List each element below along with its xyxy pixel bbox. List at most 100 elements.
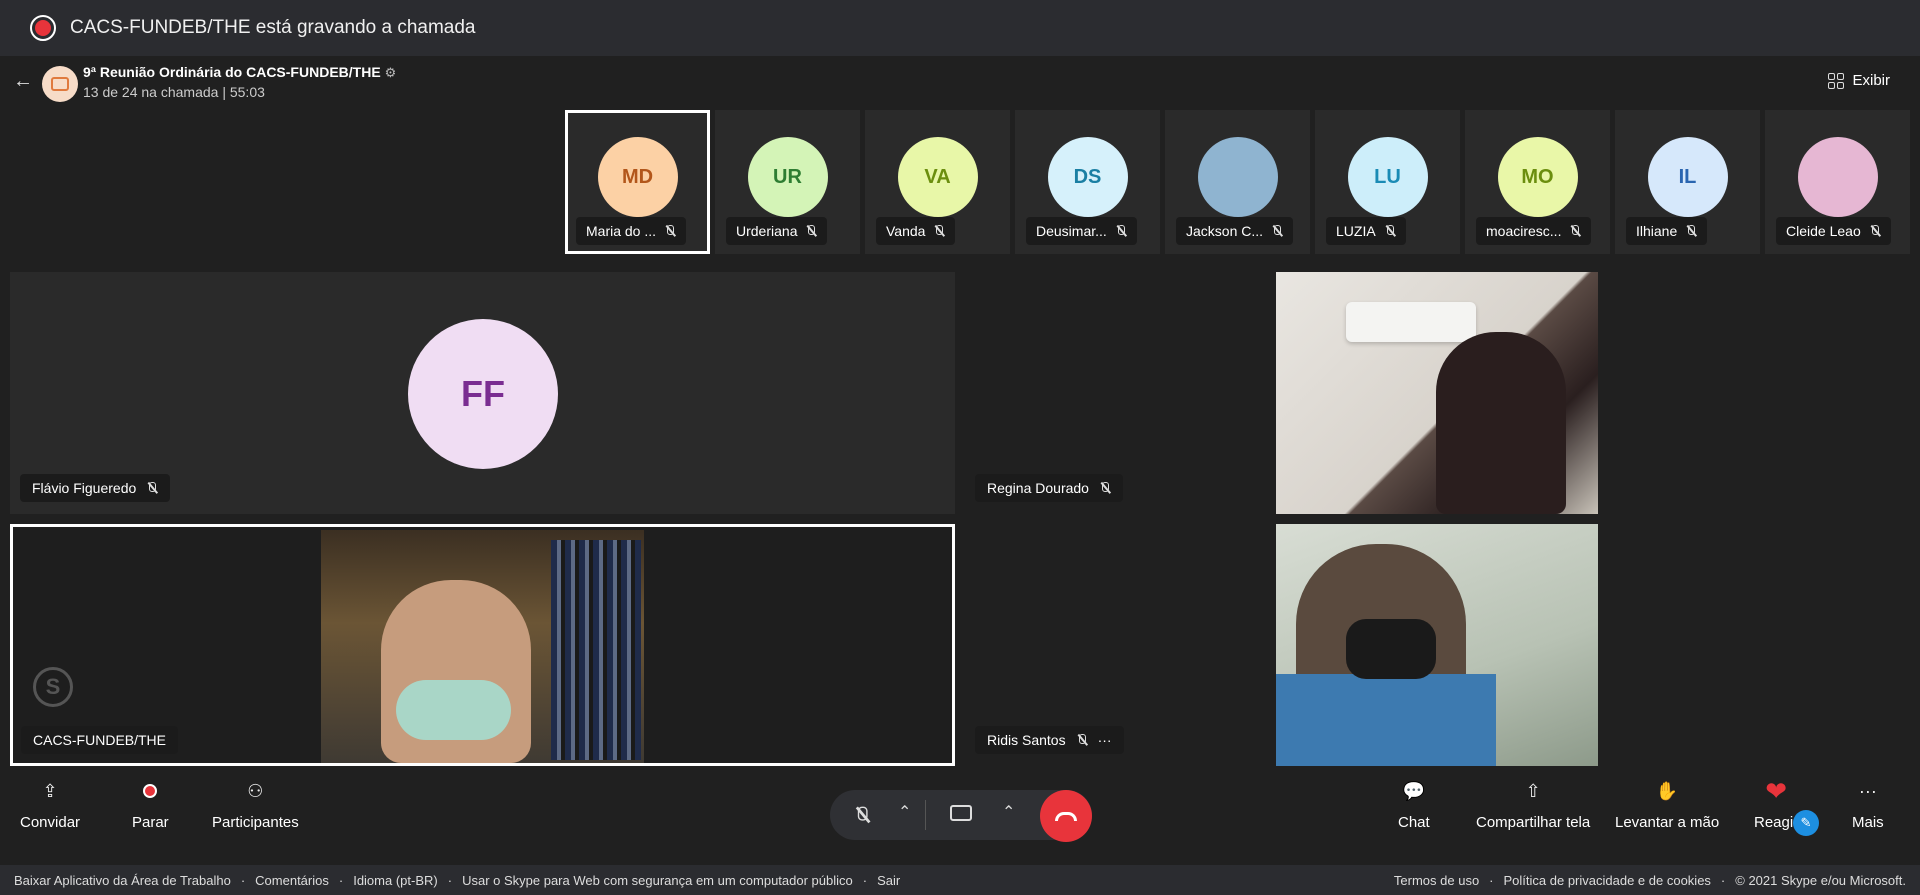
react-button[interactable]: ❤ Reagir (1754, 776, 1799, 832)
participant-name: Urderiana (736, 223, 798, 239)
footer-link[interactable]: Política de privacidade e de cookies (1504, 873, 1711, 888)
participant-name: Vanda (886, 223, 926, 239)
participant-tile-cacs[interactable]: S CACS-FUNDEB/THE (10, 524, 955, 766)
people-icon: ⚇ (247, 780, 264, 801)
mute-toggle-icon[interactable] (854, 805, 871, 825)
video-feed (321, 530, 644, 763)
footer-link[interactable]: Termos de uso (1394, 873, 1479, 888)
participant-tile[interactable]: VA Vanda (865, 110, 1010, 254)
share-screen-label: Compartilhar tela (1476, 814, 1591, 831)
participant-tile-regina[interactable]: Regina Dourado (965, 272, 1910, 514)
video-feed (1276, 524, 1598, 766)
settings-gear-icon[interactable]: ⚙ (385, 65, 397, 80)
participants-label: Participantes (212, 814, 299, 831)
participant-avatar: MD (597, 137, 678, 217)
stop-label: Parar (132, 814, 169, 831)
audio-options-chevron-icon[interactable]: ⌃ (898, 802, 911, 822)
participant-avatar: IL (1647, 137, 1728, 217)
participant-tile[interactable]: Cleide Leao (1765, 110, 1910, 254)
separator: · (862, 872, 868, 888)
grid-icon (1828, 72, 1845, 89)
participant-name-tag: Jackson C... (1176, 217, 1294, 245)
hand-icon: ✋ (1655, 780, 1679, 801)
participant-name: Deusimar... (1036, 223, 1107, 239)
recording-banner: CACS-FUNDEB/THE está gravando a chamada (0, 0, 1920, 56)
shirt (1276, 674, 1496, 766)
view-button[interactable]: Exibir (1828, 72, 1890, 89)
chat-icon: 💬 (1402, 780, 1426, 801)
participant-tile[interactable]: Jackson C... (1165, 110, 1310, 254)
participant-name-tag: moaciresc... (1476, 217, 1592, 245)
participant-avatar: FF (408, 319, 558, 469)
participant-avatar: UR (747, 137, 828, 217)
muted-mic-icon (1099, 481, 1111, 495)
participant-avatar: VA (897, 137, 978, 217)
participant-strip: MD Maria do ... UR Urderiana VA Vanda DS Deusim… (565, 110, 1910, 254)
share-screen-icon: ⇧ (1525, 780, 1541, 801)
participant-name-tag: Flávio Figueredo (20, 474, 171, 502)
invite-button[interactable]: ⇪ Convidar (20, 780, 80, 832)
participant-tile[interactable]: MD Maria do ... (565, 110, 710, 254)
participant-name: LUZIA (1336, 223, 1376, 239)
participant-tile[interactable]: IL Ilhiane (1615, 110, 1760, 254)
share-screen-button[interactable]: ⇧ Compartilhar tela (1476, 780, 1591, 832)
more-label: Mais (1852, 814, 1884, 831)
participant-name-tag: LUZIA (1326, 217, 1406, 245)
participant-name: Ridis Santos (987, 732, 1066, 748)
more-button[interactable]: ··· Mais (1852, 780, 1884, 832)
bookshelf (551, 540, 641, 760)
participant-name-tag: Cleide Leao (1776, 217, 1891, 245)
call-subtitle: 13 de 24 na chamada | 55:03 (83, 84, 265, 100)
separator: · (240, 872, 246, 888)
muted-mic-icon (1869, 224, 1881, 238)
separator: · (1489, 872, 1494, 888)
participant-tile[interactable]: UR Urderiana (715, 110, 860, 254)
participant-name-tag: Ridis Santos ··· (975, 726, 1124, 754)
call-title-text: 9ª Reunião Ordinária do CACS-FUNDEB/THE (83, 64, 381, 80)
participant-name: Flávio Figueredo (32, 480, 137, 496)
chat-button[interactable]: 💬 Chat (1398, 780, 1430, 832)
participant-name-tag: Urderiana (726, 217, 828, 245)
ellipsis-icon: ··· (1858, 780, 1877, 801)
call-title: 9ª Reunião Ordinária do CACS-FUNDEB/THE ⚙ (83, 64, 396, 81)
video-feed (1276, 272, 1598, 514)
separator: · (447, 872, 453, 888)
face-mask (396, 680, 511, 740)
record-stop-icon (139, 780, 161, 802)
video-options-chevron-icon[interactable]: ⌃ (1002, 802, 1015, 822)
footer-link[interactable]: © 2021 Skype e/ou Microsoft. (1735, 873, 1906, 888)
participant-name-tag: Maria do ... (576, 217, 687, 245)
participant-tile[interactable]: MO moaciresc... (1465, 110, 1610, 254)
participant-name-tag: Vanda (876, 217, 956, 245)
face-mask (1346, 619, 1436, 679)
raise-hand-button[interactable]: ✋ Levantar a mão (1615, 780, 1719, 832)
record-icon (30, 15, 56, 41)
footer-link[interactable]: Usar o Skype para Web com segurança em u… (462, 873, 853, 888)
divider (925, 800, 926, 830)
stop-recording-button[interactable]: Parar (132, 780, 169, 831)
participant-tile-ridis[interactable]: Ridis Santos ··· (965, 524, 1910, 766)
call-header: ← 9ª Reunião Ordinária do CACS-FUNDEB/TH… (0, 56, 1920, 106)
footer-link[interactable]: Sair (877, 873, 900, 888)
participant-name-tag: Regina Dourado (975, 474, 1123, 502)
person-silhouette (1436, 332, 1566, 514)
participant-name: Cleide Leao (1786, 223, 1861, 239)
hang-up-button[interactable] (1040, 790, 1092, 842)
participant-name: moaciresc... (1486, 223, 1562, 239)
participant-tile[interactable]: LU LUZIA (1315, 110, 1460, 254)
edit-reaction-icon[interactable]: ✎ (1793, 810, 1819, 836)
participant-name-tag: Deusimar... (1026, 217, 1137, 245)
footer-link[interactable]: Idioma (pt-BR) (353, 873, 438, 888)
more-options-icon[interactable]: ··· (1098, 732, 1112, 748)
back-arrow-icon[interactable]: ← (13, 70, 33, 93)
video-off-icon[interactable] (950, 805, 972, 821)
chat-label: Chat (1398, 814, 1430, 831)
participant-tile-flavio[interactable]: FF Flávio Figueredo (10, 272, 955, 514)
view-label: Exibir (1852, 72, 1890, 89)
footer-link[interactable]: Comentários (255, 873, 329, 888)
muted-mic-icon (1569, 224, 1581, 238)
participants-button[interactable]: ⚇ Participantes (212, 780, 299, 832)
participant-tile[interactable]: DS Deusimar... (1015, 110, 1160, 254)
react-label: Reagir (1754, 814, 1799, 831)
footer-link[interactable]: Baixar Aplicativo da Área de Trabalho (14, 873, 231, 888)
